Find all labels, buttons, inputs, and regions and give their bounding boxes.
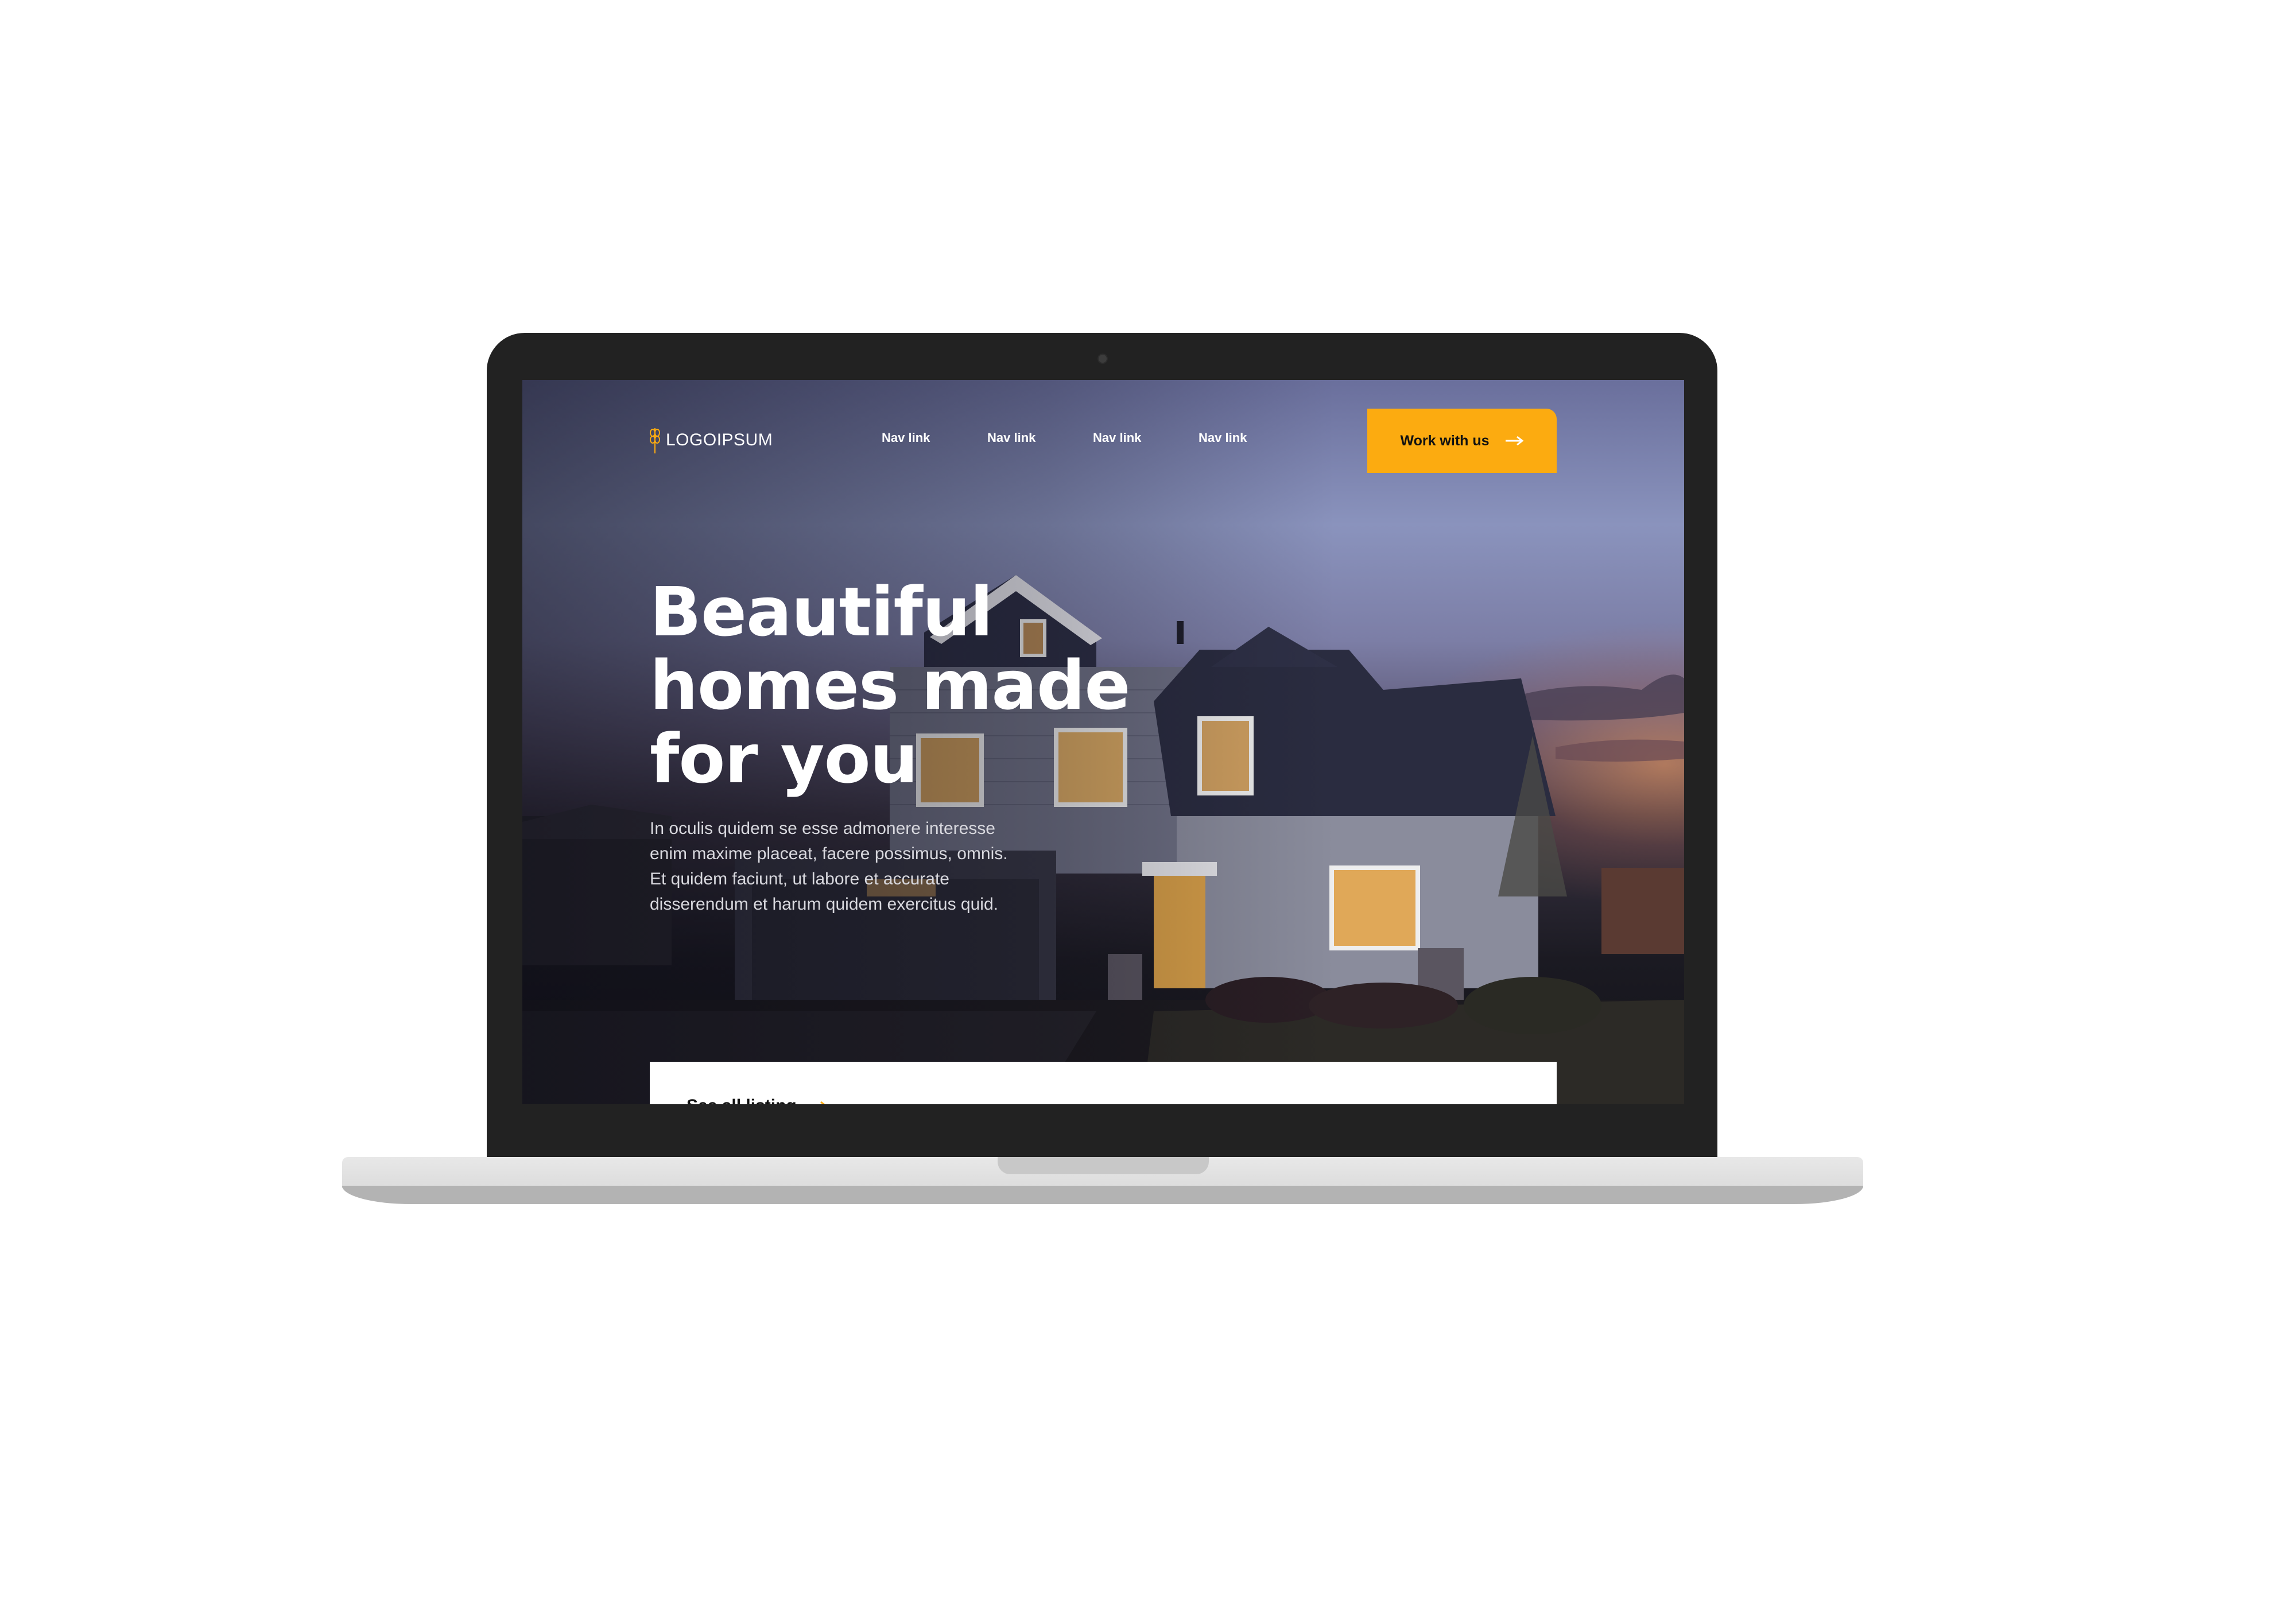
- hero-description-line: In oculis quidem se esse admonere intere…: [650, 819, 995, 838]
- hero-title-line: for you: [650, 719, 918, 798]
- nav-link-2[interactable]: Nav link: [987, 430, 1093, 445]
- laptop-base-edge: [342, 1186, 1863, 1204]
- nav-link-1[interactable]: Nav link: [882, 430, 987, 445]
- arrow-right-icon: [820, 1101, 825, 1104]
- listing-card: See all listing: [650, 1062, 1557, 1104]
- see-all-listing-link[interactable]: See all listing: [687, 1096, 828, 1104]
- nav-link-3[interactable]: Nav link: [1093, 430, 1199, 445]
- hero-description-line: disserendum et harum quidem exercitus qu…: [650, 895, 998, 914]
- laptop-chin: [487, 1104, 1717, 1159]
- logo-text: LOGOIPSUM: [666, 430, 773, 449]
- camera-icon: [1097, 354, 1108, 364]
- wheat-icon: [650, 428, 660, 453]
- main-nav: Nav link Nav link Nav link Nav link: [882, 430, 1304, 445]
- logo[interactable]: LOGOIPSUM: [650, 426, 773, 455]
- laptop-notch: [998, 1157, 1209, 1174]
- nav-link-4[interactable]: Nav link: [1199, 430, 1304, 445]
- see-all-listing-label: See all listing: [687, 1096, 797, 1104]
- hero-title-line: homes made: [650, 646, 1130, 725]
- work-with-us-label: Work with us: [1400, 432, 1490, 449]
- work-with-us-button[interactable]: Work with us: [1367, 409, 1557, 473]
- hero-description-line: enim maxime placeat, facere possimus, om…: [650, 844, 1008, 863]
- hero-title: Beautiful homes made for you: [650, 575, 1166, 795]
- hero-description-line: Et quidem faciunt, ut labore et accurate: [650, 870, 949, 888]
- hero-title-line: Beautiful: [650, 572, 993, 651]
- hero-description: In oculis quidem se esse admonere intere…: [650, 816, 1052, 917]
- arrow-right-icon: [1505, 436, 1523, 446]
- website-screen: LOGOIPSUM Nav link Nav link Nav link Nav…: [522, 380, 1684, 1104]
- laptop-mockup: LOGOIPSUM Nav link Nav link Nav link Nav…: [0, 0, 2296, 1607]
